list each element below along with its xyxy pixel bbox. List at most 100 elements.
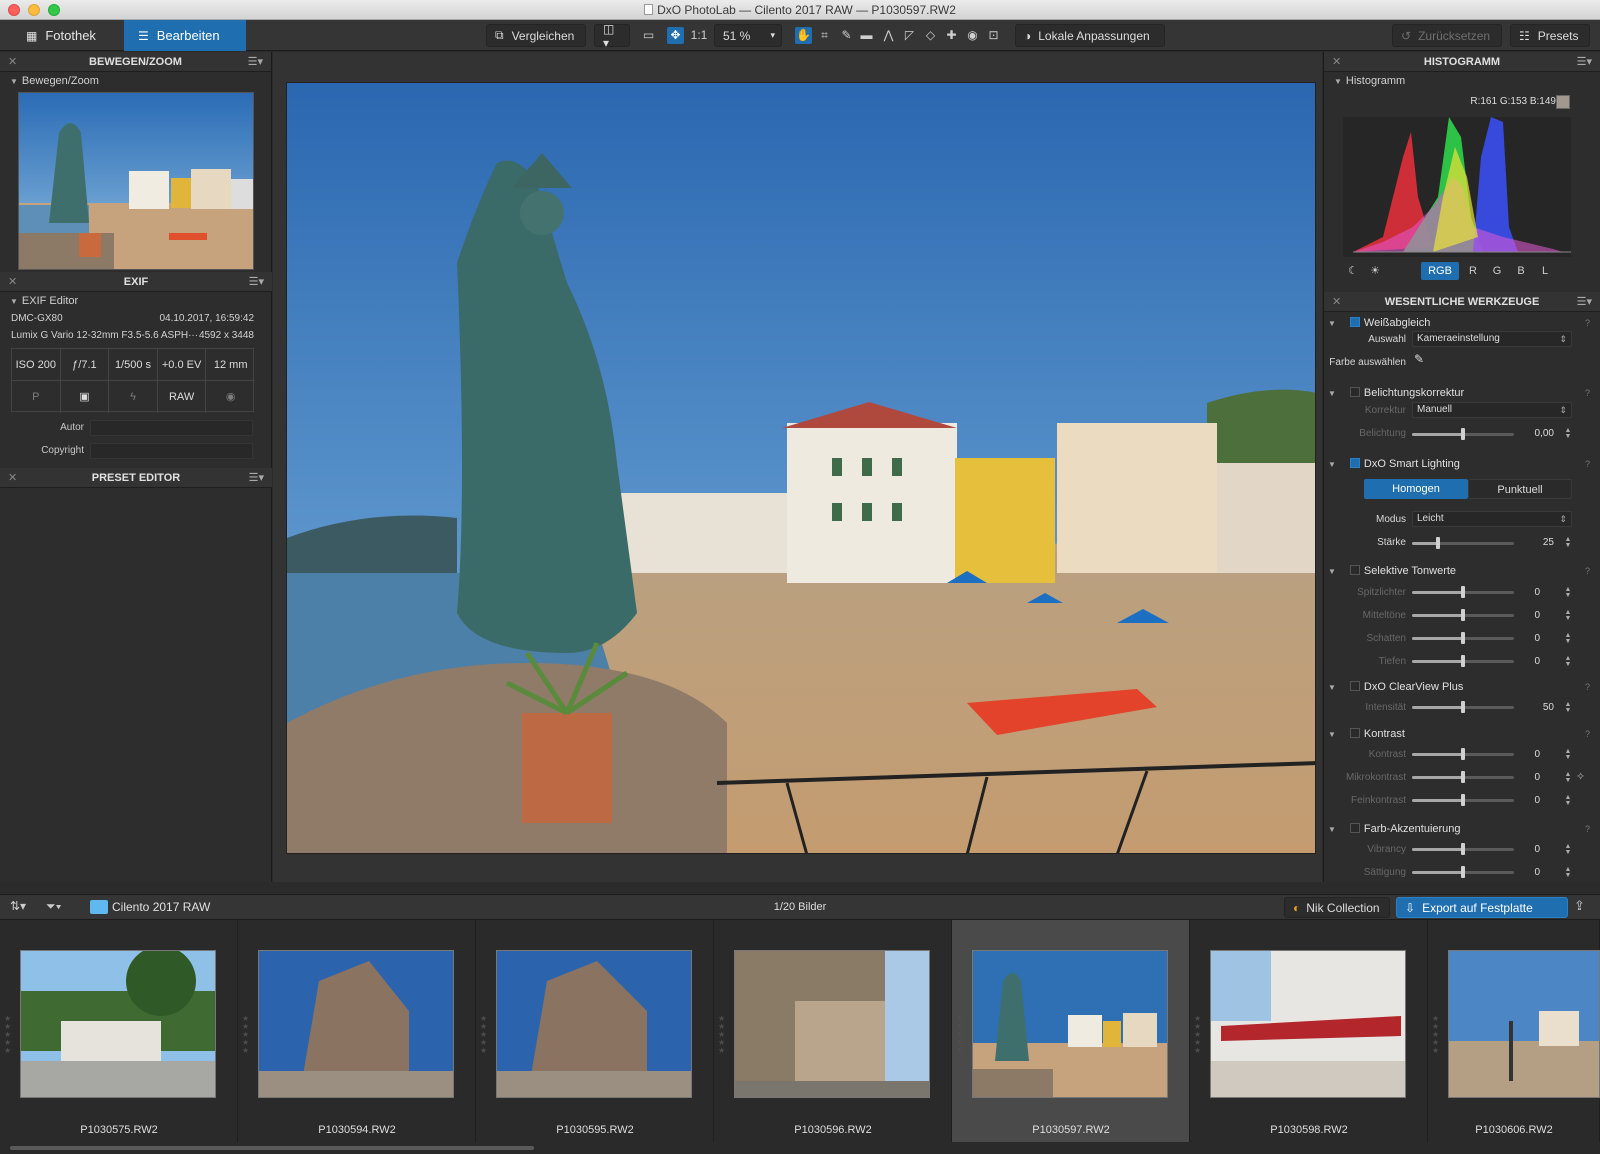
filmstrip-item[interactable]: ★ ★ ★ ★ ★ P1030598.RW2 (1190, 920, 1428, 1142)
channel-g[interactable]: G (1488, 262, 1506, 280)
color-accent-section[interactable]: ▼ Farb-Akzentuierung? (1328, 820, 1594, 838)
reshape-icon[interactable]: ◸ (901, 27, 918, 44)
filmstrip-item[interactable]: ★ ★ ★ ★ ★ P1030594.RW2 (238, 920, 476, 1142)
tab-library[interactable]: ▦ Fotothek (12, 20, 124, 51)
vibrancy-value[interactable]: 0 (1506, 844, 1540, 855)
rating-stars[interactable]: ★ ★ ★ ★ ★ (956, 1015, 966, 1055)
panel-menu-icon[interactable]: ☰▾ (1577, 292, 1592, 312)
share-icon[interactable]: ⇪ (1574, 898, 1594, 916)
eyedropper-icon[interactable]: ✎ (838, 27, 855, 44)
local-adjustments-button[interactable]: ◑ Lokale Anpassungen (1015, 24, 1165, 47)
panel-menu-icon[interactable]: ☰▾ (1577, 52, 1592, 72)
rating-stars[interactable]: ★ ★ ★ ★ ★ (718, 1015, 728, 1055)
filmstrip-scrollbar[interactable] (10, 1146, 534, 1150)
move-zoom-icon[interactable]: ✥ (667, 27, 684, 44)
histogram-subheader[interactable]: ▼ Histogramm (1324, 72, 1600, 90)
sun-icon[interactable]: ☀ (1367, 262, 1383, 280)
move-zoom-subheader[interactable]: ▼ Bewegen/Zoom (0, 72, 271, 90)
slider-knob[interactable] (1461, 586, 1465, 598)
highlights-slider[interactable] (1412, 586, 1514, 598)
slider-knob[interactable] (1461, 794, 1465, 806)
selective-tones-toggle[interactable] (1349, 565, 1360, 575)
filmstrip-item-selected[interactable]: ★ ★ ★ ★ ★ P1030597.RW2 (952, 920, 1190, 1142)
vibrancy-slider[interactable] (1412, 843, 1514, 855)
stepper-icon[interactable]: ▲ ▼ (1564, 655, 1572, 668)
channel-l[interactable]: L (1536, 262, 1554, 280)
export-button[interactable]: ⇩ Export auf Festplatte (1396, 897, 1568, 918)
close-icon[interactable]: ✕ (1332, 292, 1341, 312)
slider-knob[interactable] (1436, 537, 1440, 549)
fit-screen-icon[interactable]: ▭ (640, 27, 657, 44)
info-icon[interactable]: ? (1585, 455, 1590, 473)
stepper-icon[interactable]: ▲ ▼ (1564, 771, 1572, 784)
midtones-value[interactable]: 0 (1506, 610, 1540, 621)
horizon-icon[interactable]: ▬ (858, 27, 875, 44)
panel-menu-icon[interactable]: ☰▾ (249, 272, 264, 292)
filmstrip-item[interactable]: ★ ★ ★ ★ ★ P1030606.RW2 (1428, 920, 1600, 1142)
sort-icon[interactable]: ⇅▾ (10, 899, 38, 917)
slider-knob[interactable] (1461, 748, 1465, 760)
copyright-field[interactable] (90, 443, 253, 459)
channel-r[interactable]: R (1464, 262, 1482, 280)
tab-edit[interactable]: ☰ Bearbeiten (124, 20, 246, 51)
magic-wand-icon[interactable]: ✧ (1576, 770, 1585, 783)
highlights-value[interactable]: 0 (1506, 587, 1540, 598)
rating-stars[interactable]: ★ ★ ★ ★ ★ (4, 1015, 14, 1055)
selective-tones-section[interactable]: ▼ Selektive Tonwerte? (1328, 562, 1594, 580)
info-icon[interactable]: ? (1585, 820, 1590, 838)
blacks-value[interactable]: 0 (1506, 656, 1540, 667)
channel-b[interactable]: B (1512, 262, 1530, 280)
blacks-slider[interactable] (1412, 655, 1514, 667)
stepper-icon[interactable]: ▲ ▼ (1564, 866, 1572, 879)
contrast-toggle[interactable] (1349, 728, 1360, 738)
wb-eyedropper-icon[interactable]: ✎ (1414, 352, 1430, 368)
stepper-icon[interactable]: ▲ ▼ (1564, 843, 1572, 856)
saturation-slider[interactable] (1412, 866, 1514, 878)
exposure-toggle[interactable] (1349, 387, 1360, 397)
info-icon[interactable]: ? (1585, 725, 1590, 743)
layout-menu-button[interactable]: ◫ ▾ (594, 22, 630, 50)
main-photo[interactable] (286, 82, 1316, 854)
slider-knob[interactable] (1461, 609, 1465, 621)
shadows-slider[interactable] (1412, 632, 1514, 644)
author-field[interactable] (90, 420, 253, 436)
smart-spot-button[interactable]: Punktuell (1468, 479, 1572, 499)
nik-collection-button[interactable]: ◐ Nik Collection (1284, 897, 1390, 918)
filmstrip-item[interactable]: ★ ★ ★ ★ ★ P1030595.RW2 (476, 920, 714, 1142)
clearview-toggle[interactable] (1349, 681, 1360, 691)
stepper-icon[interactable]: ▲ ▼ (1564, 701, 1572, 714)
info-icon[interactable]: ? (1585, 384, 1590, 402)
slider-knob[interactable] (1461, 771, 1465, 783)
move-zoom-panel-header[interactable]: ✕ BEWEGEN/ZOOM ☰▾ (0, 52, 271, 72)
exposure-section[interactable]: ▼ Belichtungskorrektur? (1328, 384, 1594, 402)
close-icon[interactable]: ✕ (1332, 52, 1341, 72)
close-icon[interactable]: ✕ (8, 468, 17, 488)
white-balance-section[interactable]: ▼ Weißabgleich? (1328, 314, 1594, 332)
close-icon[interactable]: ✕ (8, 272, 17, 292)
slider-knob[interactable] (1461, 655, 1465, 667)
rating-stars[interactable]: ★ ★ ★ ★ ★ (242, 1015, 252, 1055)
white-balance-toggle[interactable] (1349, 317, 1360, 327)
info-icon[interactable]: ? (1585, 314, 1590, 332)
smart-lighting-section[interactable]: ▼ DxO Smart Lighting? (1328, 455, 1594, 473)
panel-menu-icon[interactable]: ☰▾ (249, 468, 264, 488)
zoom-1to1-button[interactable]: 1:1 (689, 27, 709, 44)
exposure-value[interactable]: 0,00 (1520, 428, 1554, 439)
exposure-slider[interactable] (1412, 428, 1514, 440)
slider-knob[interactable] (1461, 632, 1465, 644)
slider-knob[interactable] (1461, 843, 1465, 855)
presets-button[interactable]: ☷ Presets (1510, 24, 1590, 47)
rating-stars[interactable]: ★ ★ ★ ★ ★ (1194, 1015, 1204, 1055)
micro-contrast-slider[interactable] (1412, 771, 1514, 783)
smart-mode-select[interactable]: Leicht ⇕ (1412, 511, 1572, 527)
grain-icon[interactable]: ⊡ (985, 27, 1002, 44)
filter-icon[interactable]: ⏷▾ (46, 899, 76, 917)
stepper-icon[interactable]: ▲ ▼ (1564, 586, 1572, 599)
slider-knob[interactable] (1461, 866, 1465, 878)
moon-icon[interactable]: ☾ (1345, 262, 1361, 280)
contrast-slider[interactable] (1412, 748, 1514, 760)
info-icon[interactable]: ? (1585, 562, 1590, 580)
slider-knob[interactable] (1461, 701, 1465, 713)
zoom-select[interactable]: 51 % ▾ (714, 24, 782, 47)
essential-tools-header[interactable]: ✕ WESENTLICHE WERKZEUGE ☰▾ (1324, 292, 1600, 312)
